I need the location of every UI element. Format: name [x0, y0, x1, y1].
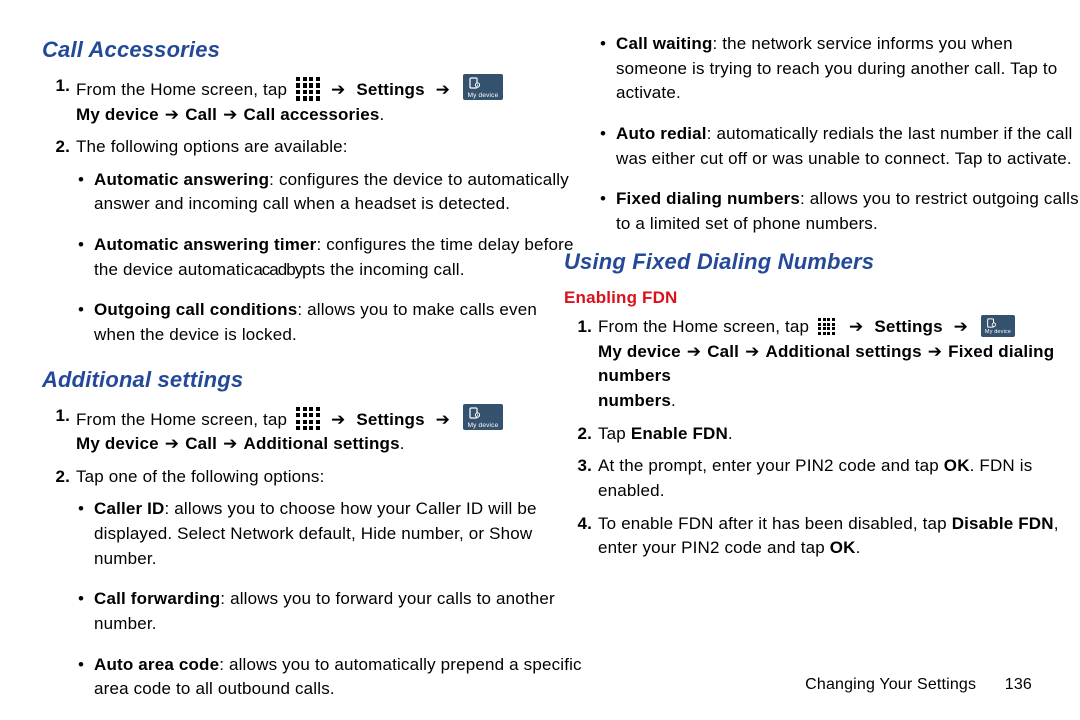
period: .	[379, 105, 384, 124]
option-label: Call waiting	[616, 34, 713, 53]
step: 3. At the prompt, enter your PIN2 code a…	[564, 454, 1080, 503]
right-column: Call waiting: the network service inform…	[564, 30, 1080, 569]
nav-call: Call	[185, 434, 217, 453]
period: .	[728, 424, 733, 443]
heading-enabling-fdn: Enabling FDN	[564, 286, 1080, 311]
option-label: Outgoing call conditions	[94, 300, 297, 319]
nav-additional-settings: Additional settings	[244, 434, 400, 453]
disable-fdn: Disable FDN	[952, 514, 1054, 533]
period: .	[400, 434, 405, 453]
nav-additional-settings: Additional settings	[766, 342, 922, 361]
nav-settings: Settings	[874, 317, 942, 336]
list-item: Automatic answering: configures the devi…	[76, 168, 582, 217]
option-label: Auto area code	[94, 655, 219, 674]
option-label: Auto redial	[616, 124, 707, 143]
list-item: Caller ID: allows you to choose how your…	[76, 497, 582, 571]
step: 2. Tap Enable FDN.	[564, 422, 1080, 447]
my-device-icon: My device	[463, 404, 503, 430]
chapter-title: Changing Your Settings	[805, 676, 976, 693]
step: 1. From the Home screen, tap ➔ Settings …	[42, 74, 582, 127]
step: 4. To enable FDN after it has been disab…	[564, 512, 1080, 561]
nav-settings: Settings	[356, 80, 424, 99]
list-item: Fixed dialing numbers: allows you to res…	[598, 187, 1080, 236]
nav-call: Call	[707, 342, 739, 361]
list-item: Call forwarding: allows you to forward y…	[76, 587, 582, 636]
step: 2. The following options are available: …	[42, 135, 582, 347]
option-label: Fixed dialing numbers	[616, 189, 800, 208]
option-desc: pts the incoming call.	[302, 260, 464, 279]
nav-my-device: My device	[76, 105, 159, 124]
option-label: Caller ID	[94, 499, 165, 518]
list-item: Call waiting: the network service inform…	[598, 32, 1080, 106]
step: 2. Tap one of the following options: Cal…	[42, 465, 582, 702]
step: 1. From the Home screen, tap ➔ Settings …	[564, 315, 1080, 414]
page-footer: Changing Your Settings 136	[805, 673, 1032, 696]
text: The following options are available:	[76, 137, 348, 156]
ok-label: OK	[830, 538, 856, 557]
text: From the Home screen, tap	[76, 410, 287, 429]
list-item: Auto area code: allows you to automatica…	[76, 653, 582, 702]
nav-settings: Settings	[356, 410, 424, 429]
nav-my-device: My device	[76, 434, 159, 453]
page-number: 136	[1005, 676, 1032, 693]
option-label: Call forwarding	[94, 589, 220, 608]
text: From the Home screen, tap	[598, 317, 809, 336]
option-label: Automatic answering	[94, 170, 269, 189]
my-device-icon: My device	[981, 315, 1015, 337]
apps-grid-icon	[295, 76, 317, 98]
enable-fdn: Enable FDN	[631, 424, 728, 443]
nav-call: Call	[185, 105, 217, 124]
nav-my-device: My device	[598, 342, 681, 361]
option-label: Automatic answering timer	[94, 235, 316, 254]
heading-additional-settings: Additional settings	[42, 364, 582, 396]
text: To enable FDN after it has been disabled…	[598, 514, 952, 533]
apps-grid-icon	[295, 406, 317, 428]
heading-using-fdn: Using Fixed Dialing Numbers	[564, 246, 1080, 278]
apps-grid-icon	[817, 317, 835, 335]
period: .	[671, 391, 676, 410]
nav-numbers: numbers	[598, 391, 671, 410]
left-column: Call Accessories 1. From the Home screen…	[42, 30, 582, 718]
list-item: Outgoing call conditions: allows you to …	[76, 298, 582, 347]
text: From the Home screen, tap	[76, 80, 287, 99]
list-item: Auto redial: automatically redials the l…	[598, 122, 1080, 171]
text: Tap	[598, 424, 631, 443]
step: 1. From the Home screen, tap ➔ Settings …	[42, 404, 582, 457]
manual-page: Call Accessories 1. From the Home screen…	[0, 0, 1080, 720]
ok-label: OK	[944, 456, 970, 475]
heading-call-accessories: Call Accessories	[42, 34, 582, 66]
overlapping-text: acadby	[253, 260, 302, 279]
text: Tap one of the following options:	[76, 467, 325, 486]
list-item: Automatic answering timer: configures th…	[76, 233, 582, 282]
nav-call-accessories: Call accessories	[244, 105, 380, 124]
period: .	[856, 538, 861, 557]
text: At the prompt, enter your PIN2 code and …	[598, 456, 944, 475]
my-device-icon: My device	[463, 74, 503, 100]
